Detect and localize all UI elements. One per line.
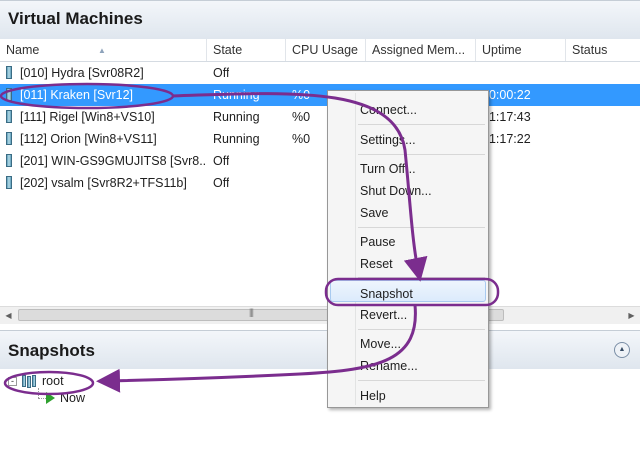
vm-row[interactable]: [202] vsalm [Svr8R2+TFS11b] Off — [0, 172, 640, 194]
tree-collapse-icon[interactable]: - — [8, 377, 17, 386]
snapshot-tree: - root Now — [0, 369, 640, 455]
menu-item-turn-off[interactable]: Turn Off... — [360, 162, 416, 176]
column-header-status[interactable]: Status — [566, 39, 640, 61]
vm-state: Running — [213, 88, 260, 102]
scroll-left-arrow-icon[interactable]: ◀ — [0, 307, 17, 324]
snapshot-now-label[interactable]: Now — [60, 391, 85, 405]
vm-name: [010] Hydra [Svr08R2] — [20, 66, 144, 80]
vm-name: [011] Kraken [Svr12] — [20, 88, 134, 102]
column-header-label: Assigned Mem... — [372, 43, 466, 57]
vm-row[interactable]: [111] Rigel [Win8+VS10] Running %0 01:17… — [0, 106, 640, 128]
menu-item-pause[interactable]: Pause — [360, 235, 395, 249]
menu-separator — [358, 277, 485, 278]
snapshots-panel-title: Snapshots — [8, 341, 95, 360]
menu-separator — [358, 124, 485, 125]
vm-uptime: 01:17:43 — [482, 110, 531, 124]
column-header-cpu[interactable]: CPU Usage — [286, 39, 366, 61]
column-header-name[interactable]: Name ▲ — [0, 39, 207, 61]
virtual-machine-icon — [6, 154, 12, 167]
menu-separator — [358, 154, 485, 155]
vm-uptime: 01:17:22 — [482, 132, 531, 146]
play-icon — [46, 392, 55, 404]
column-header-memory[interactable]: Assigned Mem... — [366, 39, 476, 61]
collapse-icon[interactable]: ▲ — [614, 342, 630, 358]
menu-item-save[interactable]: Save — [360, 206, 389, 220]
menu-item-move[interactable]: Move... — [360, 337, 401, 351]
tree-line — [38, 388, 39, 398]
menu-item-connect[interactable]: Connect... — [360, 103, 417, 117]
vm-name: [202] vsalm [Svr8R2+TFS11b] — [20, 176, 187, 190]
tree-line — [38, 398, 46, 399]
menu-item-revert[interactable]: Revert... — [360, 308, 407, 322]
vm-cpu: %0 — [292, 88, 311, 102]
column-header-uptime[interactable]: Uptime — [476, 39, 566, 61]
menu-separator — [358, 380, 485, 381]
column-header-label: CPU Usage — [292, 43, 358, 57]
virtual-machine-icon — [6, 132, 12, 145]
vm-state: Off — [213, 66, 230, 80]
menu-item-reset[interactable]: Reset — [360, 257, 393, 271]
menu-gutter — [355, 93, 356, 405]
menu-separator — [358, 227, 485, 228]
vm-state: Off — [213, 176, 230, 190]
menu-item-help[interactable]: Help — [360, 389, 386, 403]
column-header-label: Name — [6, 43, 40, 57]
column-header-label: Status — [572, 43, 608, 57]
sort-ascending-icon: ▲ — [98, 46, 106, 55]
vm-name: [201] WIN-GS9GMUJITS8 [Svr8... — [20, 154, 206, 168]
vm-panel-header: Virtual Machines — [0, 0, 640, 40]
snapshot-root-icon — [22, 374, 36, 388]
root-icon-bar — [27, 376, 31, 388]
virtual-machine-icon — [6, 110, 12, 123]
vm-state: Running — [213, 110, 260, 124]
vm-cpu: %0 — [292, 132, 311, 146]
context-menu: Connect... Settings... Turn Off... Shut … — [327, 90, 489, 408]
vm-row-selected[interactable]: [011] Kraken [Svr12] Running %0 1024 MB … — [0, 84, 640, 106]
vm-row[interactable]: [010] Hydra [Svr08R2] Off — [0, 62, 640, 84]
vm-row[interactable]: [112] Orion [Win8+VS11] Running %0 01:17… — [0, 128, 640, 150]
snapshot-root-label[interactable]: root — [42, 374, 64, 388]
column-header-state[interactable]: State — [207, 39, 286, 61]
snapshots-panel-header: Snapshots ▲ — [0, 330, 640, 370]
menu-item-settings[interactable]: Settings... — [360, 133, 416, 147]
column-headers: Name ▲ State CPU Usage Assigned Mem... U… — [0, 39, 640, 62]
vm-name: [111] Rigel [Win8+VS10] — [20, 110, 155, 124]
vm-list: [010] Hydra [Svr08R2] Off [011] Kraken [… — [0, 62, 640, 194]
menu-item-shut-down[interactable]: Shut Down... — [360, 184, 432, 198]
menu-separator — [358, 329, 485, 330]
horizontal-scrollbar[interactable]: ◀ ||| ▶ — [0, 306, 640, 324]
vm-state: Running — [213, 132, 260, 146]
virtual-machine-icon — [6, 176, 12, 189]
vm-state: Off — [213, 154, 230, 168]
menu-item-snapshot[interactable]: Snapshot — [360, 287, 413, 301]
vm-cpu: %0 — [292, 110, 311, 124]
vm-panel-title: Virtual Machines — [8, 9, 143, 28]
column-header-label: Uptime — [482, 43, 522, 57]
root-icon-bar — [32, 375, 36, 387]
menu-item-rename[interactable]: Rename... — [360, 359, 418, 373]
root-icon-bar — [22, 375, 26, 387]
vm-row[interactable]: [201] WIN-GS9GMUJITS8 [Svr8... Off — [0, 150, 640, 172]
vm-name: [112] Orion [Win8+VS11] — [20, 132, 157, 146]
scroll-right-arrow-icon[interactable]: ▶ — [623, 307, 640, 324]
virtual-machine-icon — [6, 88, 12, 101]
virtual-machine-icon — [6, 66, 12, 79]
vm-uptime: 00:00:22 — [482, 88, 531, 102]
column-header-label: State — [213, 43, 243, 57]
grip-icon: ||| — [249, 307, 254, 317]
